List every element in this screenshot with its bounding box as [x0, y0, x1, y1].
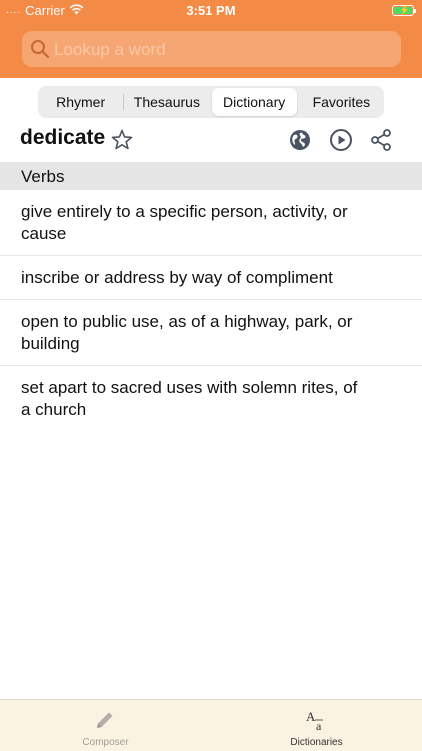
definition-item[interactable]: open to public use, as of a highway, par…: [0, 300, 422, 366]
tab-favorites[interactable]: Favorites: [299, 88, 384, 116]
svg-text:a: a: [316, 719, 322, 733]
play-icon[interactable]: [329, 128, 353, 157]
tab-rhymer[interactable]: Rhymer: [38, 88, 123, 116]
header-bar: .... Carrier 3:51 PM ⚡: [0, 0, 422, 78]
entry-word: dedicate: [20, 126, 106, 149]
tab-label: Composer: [82, 737, 129, 748]
search-icon: [30, 39, 50, 64]
dictionary-mode-switch: Rhymer Thesaurus Dictionary Favorites: [38, 86, 384, 118]
pencil-icon: [93, 708, 117, 737]
section-title: Verbs: [21, 167, 65, 186]
tab-label: Dictionaries: [290, 737, 343, 748]
star-icon[interactable]: [110, 128, 134, 157]
share-icon[interactable]: [369, 128, 393, 157]
search-bar[interactable]: [22, 31, 401, 69]
globe-icon[interactable]: [288, 128, 312, 157]
status-time: 3:51 PM: [186, 3, 236, 18]
search-input[interactable]: [52, 31, 396, 69]
definition-item[interactable]: set apart to sacred uses with solemn rit…: [0, 366, 422, 431]
tab-dictionary[interactable]: Dictionary: [211, 88, 297, 116]
svg-text:A: A: [306, 709, 316, 724]
section-header: Verbs: [0, 162, 422, 190]
tab-dictionaries[interactable]: A a Dictionaries: [211, 700, 422, 751]
status-bar: .... Carrier 3:51 PM ⚡: [0, 0, 422, 22]
battery-icon: ⚡: [392, 5, 416, 16]
tab-bar: Composer A a Dictionaries: [0, 699, 422, 751]
tab-thesaurus[interactable]: Thesaurus: [124, 88, 209, 116]
dictionary-icon: A a: [304, 708, 330, 739]
definition-list: give entirely to a specific person, acti…: [0, 190, 422, 431]
definition-item[interactable]: inscribe or address by way of compliment: [0, 256, 422, 300]
definition-item[interactable]: give entirely to a specific person, acti…: [0, 190, 422, 256]
tab-composer[interactable]: Composer: [0, 700, 211, 751]
